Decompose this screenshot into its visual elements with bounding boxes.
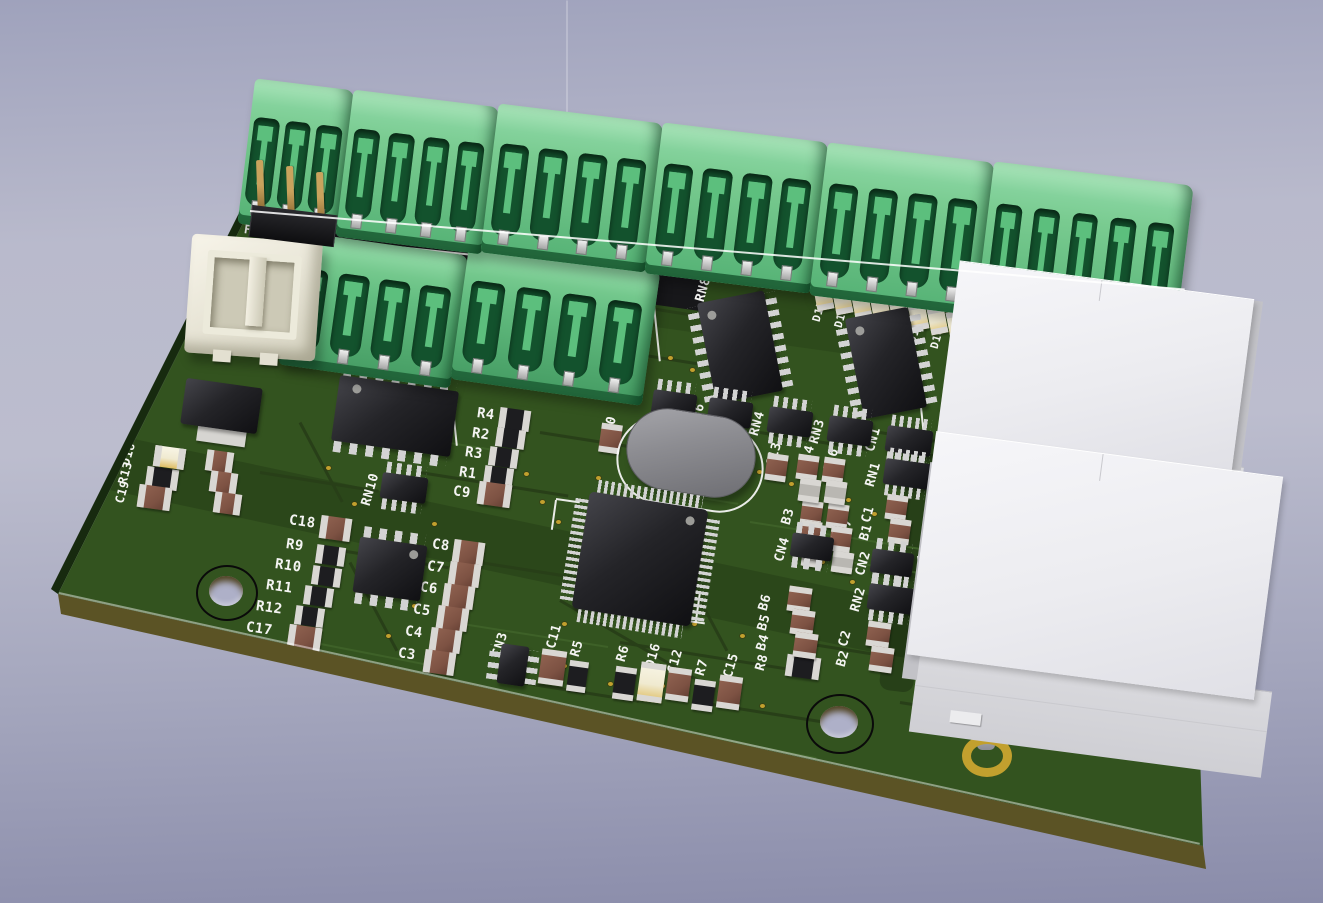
terminal-clamp [567, 302, 583, 358]
terminal-clamp [503, 152, 517, 213]
terminal-screw-pin [337, 348, 350, 364]
terminal-clamp [613, 308, 629, 364]
white-box-top [907, 431, 1283, 700]
terminal-slot [378, 133, 415, 226]
terminal-clamp [476, 289, 492, 345]
terminal-slot [307, 124, 343, 216]
terminal-screw-pin [419, 360, 432, 376]
terminal-clamp [621, 167, 635, 228]
terminal-slot [410, 284, 452, 369]
terminal-slot [607, 157, 647, 251]
terminal-clamp [786, 187, 800, 249]
terminal-slots [818, 183, 978, 294]
terminal-clamp [912, 202, 927, 264]
pcb-3d-render-viewport[interactable]: voltageFVRN9RN8D17D15D11D10RN6RN4RN3CN1R… [0, 0, 1323, 903]
terminal-slot [369, 279, 411, 364]
terminal-slots [489, 143, 647, 252]
terminal-clamp [522, 295, 538, 351]
terminal-screw-pin [780, 264, 793, 280]
terminal-screw-pin [701, 255, 714, 271]
terminal-slot [489, 143, 529, 237]
terminal-slot [568, 153, 608, 247]
terminal-clamp [582, 162, 596, 223]
terminal-block [480, 103, 663, 272]
terminal-slot [461, 280, 506, 368]
components-overlay [0, 0, 1323, 903]
terminal-clamp [542, 157, 556, 218]
terminal-slot [506, 286, 551, 374]
terminal-slots [344, 128, 485, 234]
terminal-slot [552, 292, 597, 380]
jst-foot [212, 350, 231, 363]
terminal-screw-pin [607, 377, 620, 393]
terminal-slot [858, 188, 899, 285]
terminal-slot [818, 183, 859, 280]
terminal-slot [529, 148, 569, 242]
terminal-screw-pin [906, 281, 919, 297]
terminal-clamp [832, 193, 847, 255]
terminal-slot [448, 141, 485, 234]
terminal-slots [461, 280, 643, 387]
terminal-screw-pin [378, 354, 391, 370]
terminal-clamp [872, 198, 887, 260]
terminal-screw-pin [576, 239, 589, 255]
terminal-clamp [343, 282, 358, 336]
terminal-screw-pin [516, 364, 529, 380]
white-box-seam [1099, 454, 1103, 481]
terminal-clamp [460, 151, 473, 211]
terminal-screw-pin [866, 277, 879, 293]
terminal-screw-pin [615, 244, 628, 260]
terminal-screw-pin [385, 217, 398, 233]
terminal-slot [329, 273, 371, 358]
terminal-clamp [391, 142, 404, 202]
terminal-clamp [356, 138, 369, 198]
terminal-screw-pin [661, 250, 674, 266]
terminal-clamp [384, 287, 399, 341]
terminal-block [644, 122, 828, 293]
jst-foot [259, 353, 278, 366]
terminal-screw-pin [826, 272, 839, 288]
terminal-slot [898, 193, 939, 290]
terminal-clamp [707, 177, 721, 239]
terminal-slot [597, 299, 642, 387]
terminal-clamp [746, 182, 760, 244]
terminal-clamp [667, 172, 681, 234]
terminal-slot [413, 137, 450, 230]
terminal-slot [344, 128, 381, 221]
terminal-screw-pin [740, 260, 753, 276]
terminal-screw-pin [471, 357, 484, 373]
terminal-clamp [426, 146, 439, 206]
terminal-clamp [424, 293, 439, 347]
jst-power-connector [184, 234, 323, 362]
terminal-screw-pin [562, 370, 575, 386]
terminal-clamp [1150, 231, 1164, 294]
